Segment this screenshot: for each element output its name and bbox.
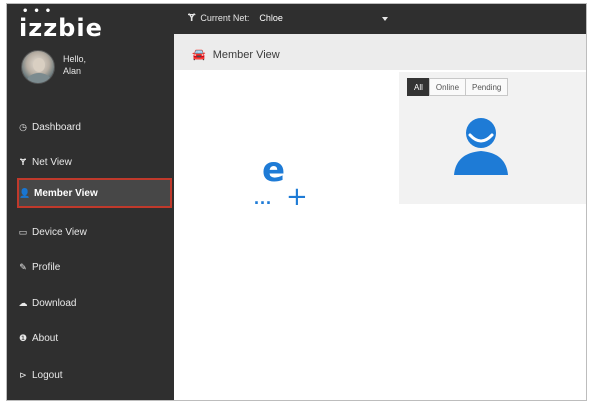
sidebar: ••• izzbie Hello, Alan ◷ Dashboard Ɏ Net…	[7, 4, 174, 400]
sidebar-item-about[interactable]: ❶ About	[17, 323, 172, 353]
user-profile: Hello, Alan	[21, 50, 171, 86]
tab-label: Online	[435, 82, 460, 92]
sidebar-item-label: Logout	[32, 369, 63, 381]
member-icon: 👤	[19, 187, 31, 198]
current-net-value: Chloe	[259, 13, 283, 23]
e-logo-letter: e	[262, 150, 286, 190]
current-net-selector[interactable]: Ɏ Current Net: Chloe	[188, 12, 283, 24]
sidebar-item-label: Download	[32, 297, 77, 309]
tab-all[interactable]: All	[407, 78, 430, 96]
tab-online[interactable]: Online	[428, 78, 467, 96]
plus-icon: +	[286, 182, 308, 212]
chevron-down-icon[interactable]	[382, 17, 388, 21]
panel-header: 🚘 Member View	[174, 34, 586, 70]
profile-icon: ✎	[19, 261, 27, 272]
logout-icon: ⊳	[19, 369, 27, 380]
member-avatar-icon[interactable]	[451, 115, 511, 175]
app-window: ••• izzbie Hello, Alan ◷ Dashboard Ɏ Net…	[6, 3, 587, 401]
member-filter-card: All Online Pending	[399, 72, 586, 204]
sidebar-item-net-view[interactable]: Ɏ Net View	[17, 147, 172, 177]
sidebar-item-member-view[interactable]: 👤 Member View	[17, 178, 172, 208]
tab-pending[interactable]: Pending	[465, 78, 509, 96]
sidebar-item-profile[interactable]: ✎ Profile	[17, 252, 172, 282]
current-net-label: Current Net:	[200, 13, 250, 23]
sidebar-item-download[interactable]: ☁ Download	[17, 288, 172, 318]
member-view-icon: 🚘	[192, 49, 206, 61]
greeting-line1: Hello,	[63, 54, 87, 64]
sidebar-item-label: Dashboard	[32, 121, 81, 133]
sidebar-item-dashboard[interactable]: ◷ Dashboard	[17, 112, 172, 142]
greeting-line2: Alan	[63, 66, 82, 76]
tab-label: All	[414, 82, 423, 92]
sidebar-item-label: Device View	[32, 226, 87, 238]
dashboard-icon: ◷	[19, 121, 27, 132]
avatar-body	[27, 73, 51, 83]
main-content: 🚘 Member View e ... + All Online Pending	[174, 34, 586, 400]
e-logo-dots: ...	[254, 188, 273, 208]
filter-tabs: All Online Pending	[407, 78, 509, 96]
page-title: 🚘 Member View	[192, 48, 280, 62]
tab-label: Pending	[472, 82, 502, 92]
top-bar: Ɏ Current Net: Chloe	[174, 4, 586, 34]
page-title-text: Member View	[212, 48, 280, 61]
net-icon: Ɏ	[19, 157, 26, 167]
avatar-face	[33, 58, 45, 72]
user-greeting: Hello, Alan	[63, 53, 86, 77]
logo-text: izzbie	[19, 14, 103, 42]
download-icon: ☁	[18, 297, 28, 308]
add-member-button[interactable]: e ... +	[254, 150, 334, 230]
sidebar-item-logout[interactable]: ⊳ Logout	[17, 360, 172, 390]
sidebar-item-device-view[interactable]: ▭ Device View	[17, 217, 172, 247]
device-icon: ▭	[18, 226, 28, 237]
sidebar-item-label: About	[32, 332, 59, 344]
sidebar-item-label: Net View	[32, 156, 72, 168]
sidebar-item-label: Profile	[32, 261, 61, 273]
info-icon: ❶	[18, 332, 28, 343]
net-icon: Ɏ	[188, 12, 196, 24]
sidebar-item-label: Member View	[34, 187, 98, 199]
avatar[interactable]	[21, 50, 55, 84]
